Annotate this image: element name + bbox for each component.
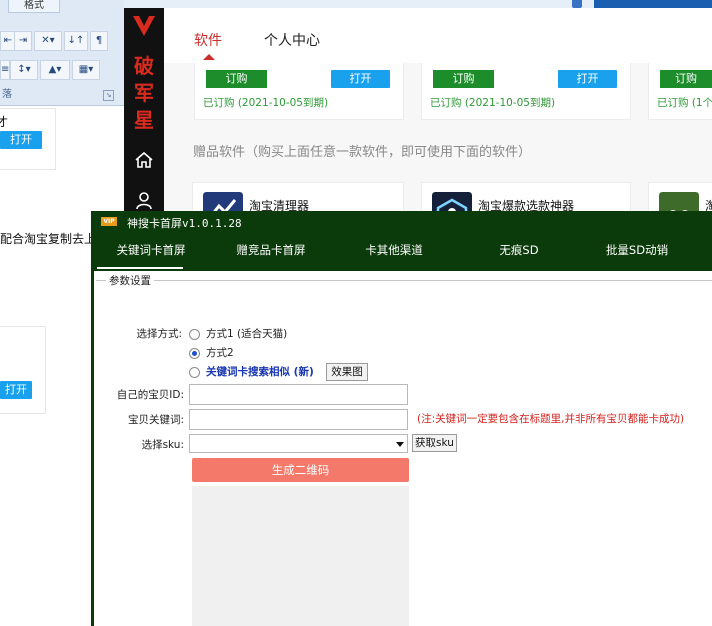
option-keyword-similar-label: 关键词卡搜索相似 (新)	[206, 366, 314, 378]
sku-select[interactable]	[189, 434, 408, 453]
dialog-launcher-icon[interactable]: ↘	[103, 90, 114, 101]
ribbon-tab-format[interactable]: 格式	[8, 0, 60, 13]
order-button-1[interactable]: 订购	[206, 70, 267, 88]
doc-text: 配合淘宝复制去上	[0, 232, 97, 246]
sku-label: 选择sku:	[141, 439, 184, 451]
gift-software-heading: 赠品软件（购买上面任意一款软件，即可使用下面的软件）	[193, 145, 532, 160]
dialog-body: 参数设置 选择方式: 方式1 (适合天猫) 方式2 关键词卡搜索相似 (新) 效…	[94, 271, 712, 626]
option-method-2[interactable]: 方式2	[189, 345, 234, 360]
option-method-1-label: 方式1 (适合天猫)	[206, 328, 288, 340]
ribbon-group-label: 落	[2, 89, 12, 100]
logo-char-2: 军	[134, 81, 154, 105]
user-icon[interactable]	[134, 190, 154, 210]
tab-competitor-first-screen[interactable]: 赠竞品卡首屏	[211, 242, 331, 258]
generate-qrcode-button[interactable]: 生成二维码	[192, 458, 409, 482]
order-status-2: 已订购 (2021-10-05到期)	[430, 97, 556, 109]
tab-personal-center[interactable]: 个人中心	[264, 30, 320, 50]
app-top-strip	[124, 0, 712, 8]
dropdown-arrow-icon[interactable]	[396, 442, 404, 447]
effect-image-button[interactable]: 效果图	[326, 363, 368, 381]
line-spacing-icon[interactable]: ↕▾	[10, 60, 38, 80]
tab-batch-sd[interactable]: 批量SD动销	[577, 242, 697, 258]
order-button-3[interactable]: 订购	[660, 70, 712, 88]
align-justify-icon[interactable]: ≡	[0, 60, 10, 80]
open-button-2[interactable]: 打开	[558, 70, 617, 88]
doc-open-button-2[interactable]: 打开	[0, 381, 32, 399]
doc-open-button-1[interactable]: 打开	[0, 131, 42, 149]
choose-method-label: 选择方式:	[136, 328, 182, 340]
active-tab-indicator	[203, 54, 215, 60]
dialog-title-bar[interactable]: VIP 神搜卡首屏v1.0.1.28	[91, 211, 712, 233]
option-keyword-similar[interactable]: 关键词卡搜索相似 (新)	[189, 364, 314, 379]
get-sku-button[interactable]: 获取sku	[412, 434, 457, 452]
tab-traceless-sd[interactable]: 无痕SD	[459, 242, 579, 258]
logo-char-3: 星	[134, 108, 154, 132]
qrcode-display-area	[192, 486, 409, 626]
paragraph-mark-icon[interactable]: ¶	[90, 31, 108, 51]
ribbon-group-paragraph: 落 ↘	[0, 88, 114, 102]
keyword-warning: (注:关键词一定要包含在标题里,并非所有宝贝都能卡成功)	[417, 413, 685, 425]
keyword-input[interactable]	[189, 409, 408, 430]
tab-keyword-first-screen[interactable]: 关键词卡首屏	[91, 242, 211, 258]
tab-software[interactable]: 软件	[194, 30, 222, 50]
own-item-id-label: 自己的宝贝ID:	[116, 389, 184, 401]
own-item-id-input[interactable]	[189, 384, 408, 405]
dialog-title: 神搜卡首屏v1.0.1.28	[127, 217, 242, 230]
option-method-2-label: 方式2	[206, 347, 234, 359]
order-status-1: 已订购 (2021-10-05到期)	[203, 97, 329, 109]
order-button-2[interactable]: 订购	[433, 70, 494, 88]
shensou-dialog: VIP 神搜卡首屏v1.0.1.28 关键词卡首屏 赠竞品卡首屏 卡其他渠道 无…	[91, 211, 712, 626]
radio-keyword-similar[interactable]	[189, 366, 200, 378]
home-icon[interactable]	[134, 150, 154, 170]
open-button-1[interactable]: 打开	[331, 70, 390, 88]
option-method-1[interactable]: 方式1 (适合天猫)	[189, 326, 287, 341]
ribbon: 格式 ⇤ ⇥ ✕▾ ↓↑ ¶ ≡ ↕▾ ▲▾ ▦▾ 落 ↘	[0, 0, 125, 106]
help-icon[interactable]	[572, 0, 582, 8]
indent-icon[interactable]: ⇥	[14, 31, 32, 51]
radio-method-2[interactable]	[189, 347, 200, 359]
vip-badge: VIP	[101, 217, 117, 226]
active-tab-underline	[97, 267, 183, 269]
radio-method-1[interactable]	[189, 328, 200, 340]
keyword-label: 宝贝关键词:	[127, 414, 184, 426]
logo-mark-icon	[133, 16, 155, 36]
doc-cursor-char: 才	[0, 115, 9, 129]
order-status-3: 已订购 (1个	[657, 97, 712, 109]
sort-icon[interactable]: ↓↑	[64, 31, 88, 51]
app-header: 软件 个人中心	[164, 8, 712, 63]
logo-char-1: 破	[134, 54, 154, 78]
shading-icon[interactable]: ▲▾	[40, 60, 70, 80]
tab-other-channels[interactable]: 卡其他渠道	[334, 242, 454, 258]
group-legend: 参数设置	[106, 273, 154, 288]
borders-icon[interactable]: ▦▾	[72, 60, 100, 80]
title-bar-accent	[594, 0, 712, 8]
doc-card-2	[0, 326, 46, 414]
text-direction-icon[interactable]: ✕▾	[34, 31, 62, 51]
group-box-border	[96, 280, 712, 281]
